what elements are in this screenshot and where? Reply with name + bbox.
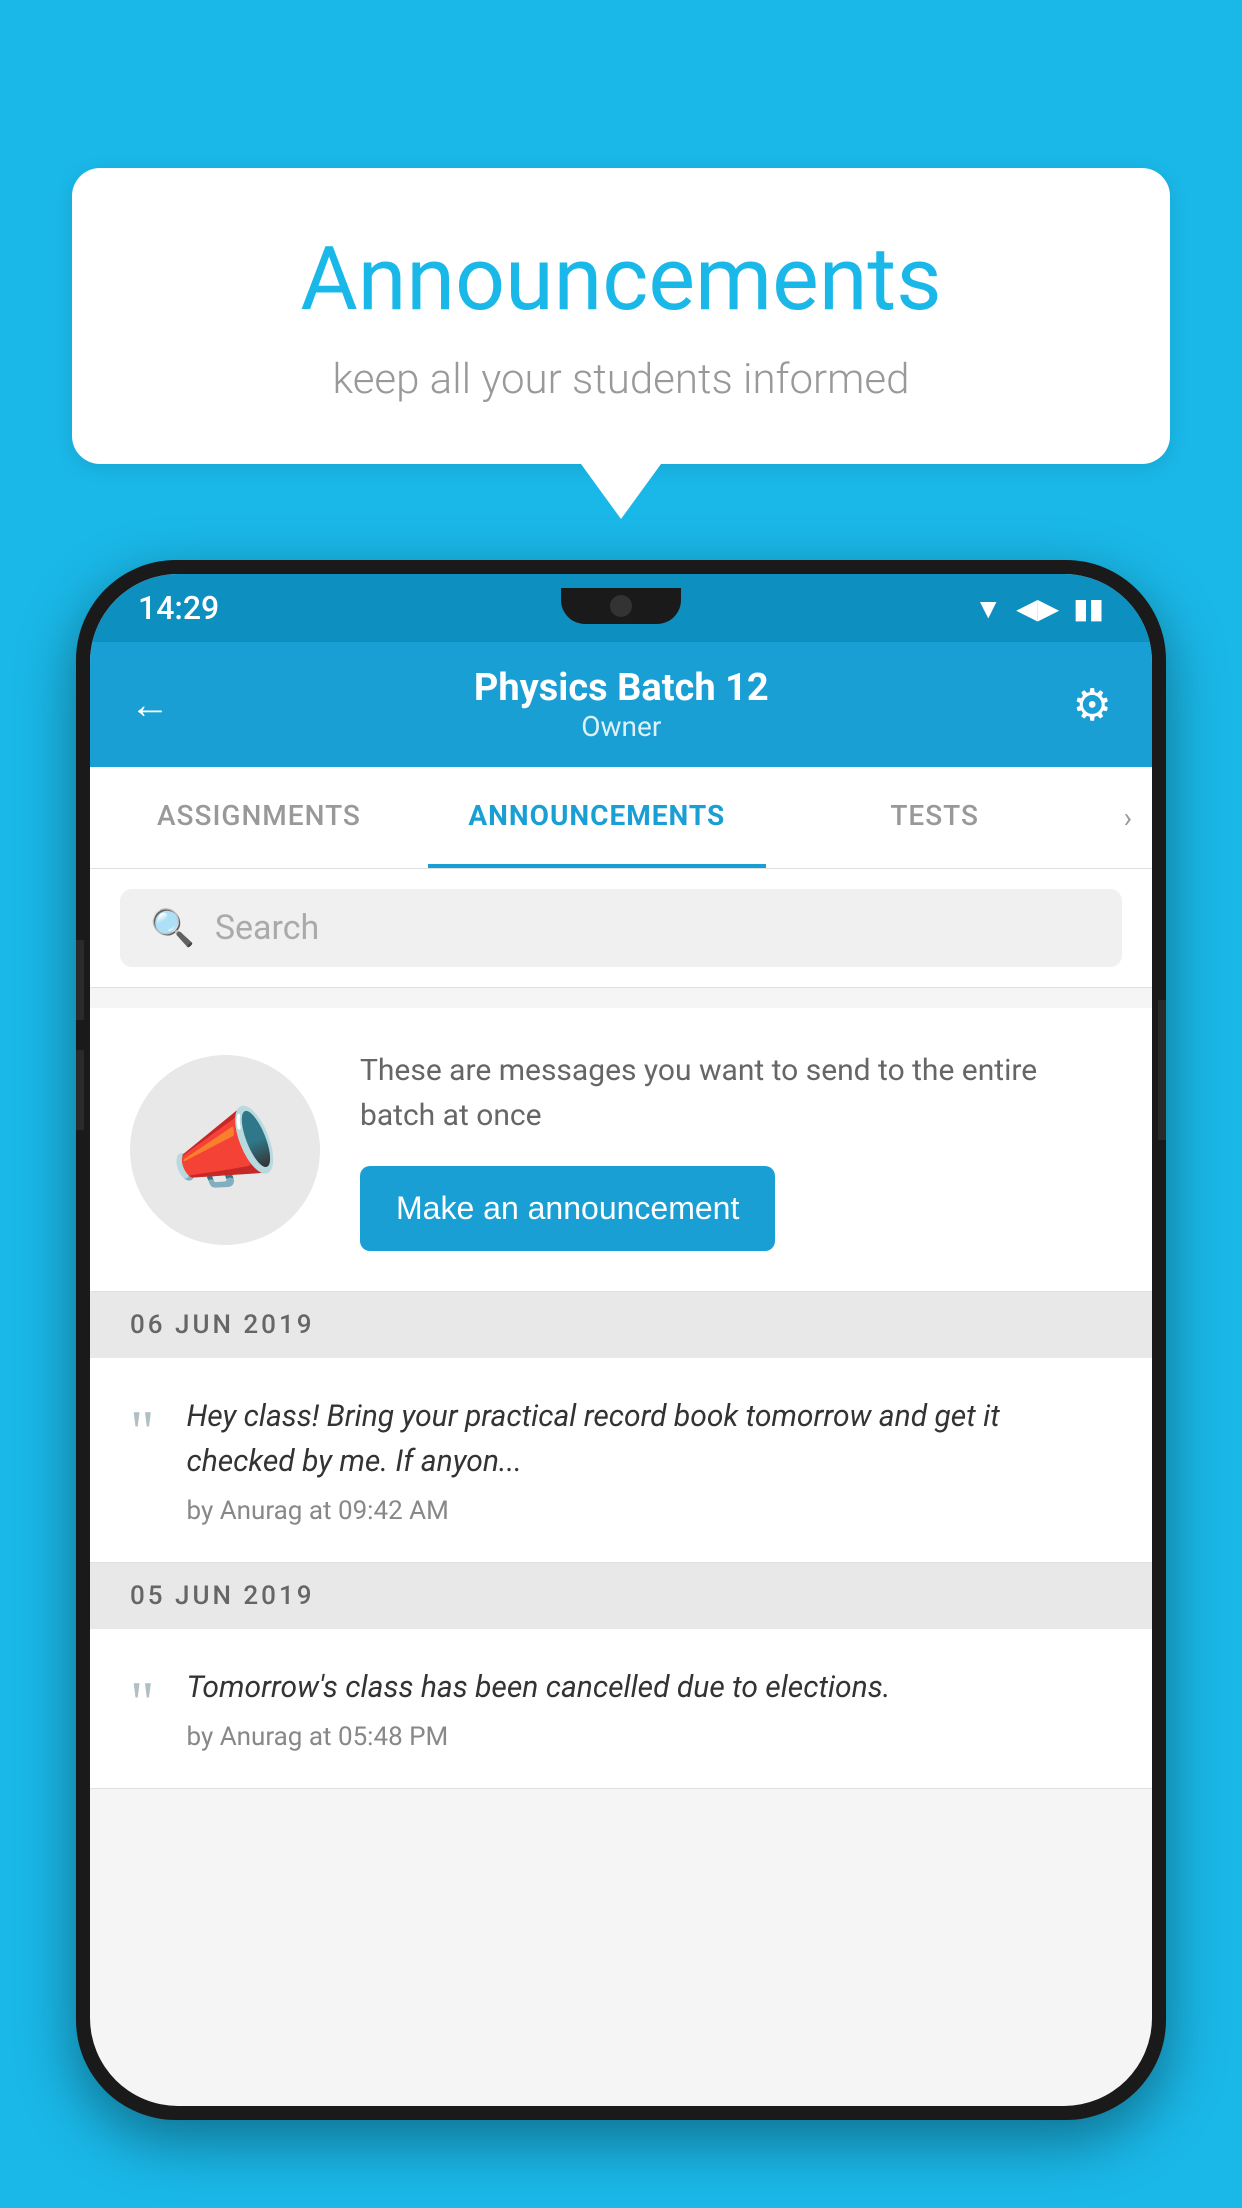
volume-down-button [76,1050,84,1130]
camera-dot [610,595,632,617]
back-button[interactable]: ← [130,681,170,728]
app-header: ← Physics Batch 12 Owner ⚙ [90,642,1152,767]
promo-card: 📣 These are messages you want to send to… [90,1008,1152,1292]
search-bar[interactable]: 🔍 Search [120,889,1122,967]
signal-icon: ◀▶ [1016,592,1059,625]
announcement-author-2: by Anurag at 05:48 PM [187,1722,1113,1752]
date-separator-1: 06 JUN 2019 [90,1292,1152,1358]
bubble-title: Announcements [152,228,1090,331]
speech-bubble: Announcements keep all your students inf… [72,168,1170,464]
announcement-text-1: Hey class! Bring your practical record b… [187,1394,1113,1484]
status-time: 14:29 [138,589,219,627]
date-separator-2: 05 JUN 2019 [90,1563,1152,1629]
announcement-item-1[interactable]: " Hey class! Bring your practical record… [90,1358,1152,1563]
announcement-content-2: Tomorrow's class has been cancelled due … [187,1665,1113,1752]
power-button [1158,1000,1166,1140]
megaphone-icon: 📣 [170,1098,280,1201]
speech-bubble-section: Announcements keep all your students inf… [72,168,1170,519]
volume-up-button [76,940,84,1020]
make-announcement-button[interactable]: Make an announcement [360,1166,775,1251]
phone-frame: 14:29 ▼ ◀▶ ▮▮ ← Physics Batch 12 Owner ⚙… [76,560,1166,2120]
promo-icon-circle: 📣 [130,1055,320,1245]
announcement-content-1: Hey class! Bring your practical record b… [187,1394,1113,1526]
wifi-icon: ▼ [974,592,1002,625]
tab-tests[interactable]: TESTS [766,767,1104,868]
announcement-author-1: by Anurag at 09:42 AM [187,1496,1113,1526]
tab-assignments[interactable]: ASSIGNMENTS [90,767,428,868]
promo-description: These are messages you want to send to t… [360,1048,1112,1138]
header-title-group: Physics Batch 12 Owner [474,666,769,743]
more-tabs-button[interactable]: › [1104,767,1152,868]
tab-announcements[interactable]: ANNOUNCEMENTS [428,767,766,868]
header-title: Physics Batch 12 [474,666,769,710]
promo-content: These are messages you want to send to t… [360,1048,1112,1251]
battery-icon: ▮▮ [1073,592,1104,625]
search-icon: 🔍 [150,907,195,949]
phone-container: 14:29 ▼ ◀▶ ▮▮ ← Physics Batch 12 Owner ⚙… [76,560,1166,2208]
announcement-item-2[interactable]: " Tomorrow's class has been cancelled du… [90,1629,1152,1789]
quote-icon-2: " [130,1673,155,1733]
announcement-text-2: Tomorrow's class has been cancelled due … [187,1665,1113,1710]
settings-button[interactable]: ⚙ [1073,679,1112,731]
status-icons: ▼ ◀▶ ▮▮ [974,592,1104,625]
notch [561,588,681,624]
bubble-arrow [581,464,661,519]
phone-screen: 14:29 ▼ ◀▶ ▮▮ ← Physics Batch 12 Owner ⚙… [90,574,1152,2106]
bubble-subtitle: keep all your students informed [152,355,1090,404]
quote-icon-1: " [130,1402,155,1462]
search-placeholder: Search [215,908,319,948]
search-container: 🔍 Search [90,869,1152,988]
header-subtitle: Owner [474,710,769,743]
tabs-container: ASSIGNMENTS ANNOUNCEMENTS TESTS › [90,767,1152,869]
